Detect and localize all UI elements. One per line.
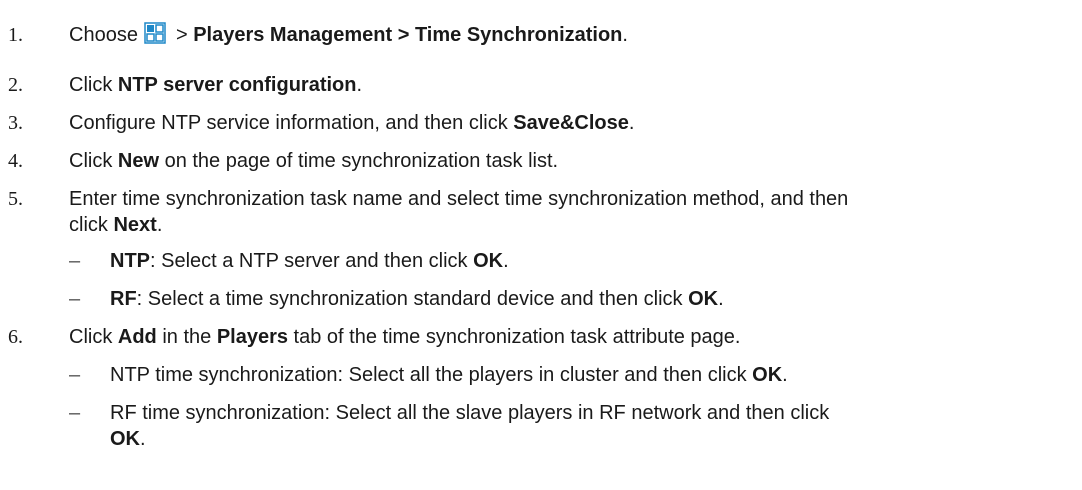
step-text: Configure NTP service information, and t…	[69, 112, 635, 134]
ntp-server-configuration-label: NTP server configuration	[117, 74, 357, 96]
list-dash: –	[69, 288, 81, 310]
list-dash: –	[69, 250, 81, 272]
players-tab-label: Players	[216, 326, 288, 348]
list-dash: –	[69, 402, 81, 424]
list-dash: –	[69, 364, 81, 386]
choose-label: Choose	[69, 24, 138, 46]
menu-grid-icon	[144, 22, 166, 44]
step-number: 1.	[8, 24, 23, 46]
sub-text: NTP: Select a NTP server and then click …	[110, 250, 509, 272]
step-text: Click NTP server configuration.	[69, 74, 363, 96]
step-text: Click New on the page of time synchroniz…	[69, 150, 559, 172]
procedure-document: 1. Choose > Players Management > Time Sy…	[0, 0, 1082, 490]
path-separator: >	[175, 24, 188, 46]
add-label: Add	[117, 326, 157, 348]
next-label: Next	[113, 214, 157, 236]
sub-text: RF: Select a time synchronization standa…	[110, 288, 724, 310]
step-number: 6.	[8, 326, 23, 348]
step-number: 4.	[8, 150, 23, 172]
step-text: Enter time synchronization task name and…	[69, 188, 849, 236]
step-number: 5.	[8, 188, 23, 210]
sub-text: NTP time synchronization: Select all the…	[110, 364, 788, 386]
menu-path: Players Management > Time Synchronizatio…	[193, 24, 623, 46]
sub-text: RF time synchronization: Select all the …	[110, 402, 830, 450]
new-label: New	[117, 150, 160, 172]
step-number: 2.	[8, 74, 23, 96]
step-number: 3.	[8, 112, 23, 134]
step-text: Click Add in the Players tab of the time…	[69, 326, 741, 348]
save-close-label: Save&Close	[513, 112, 629, 134]
step-text: Choose > Players Management > Time Synch…	[69, 22, 628, 46]
